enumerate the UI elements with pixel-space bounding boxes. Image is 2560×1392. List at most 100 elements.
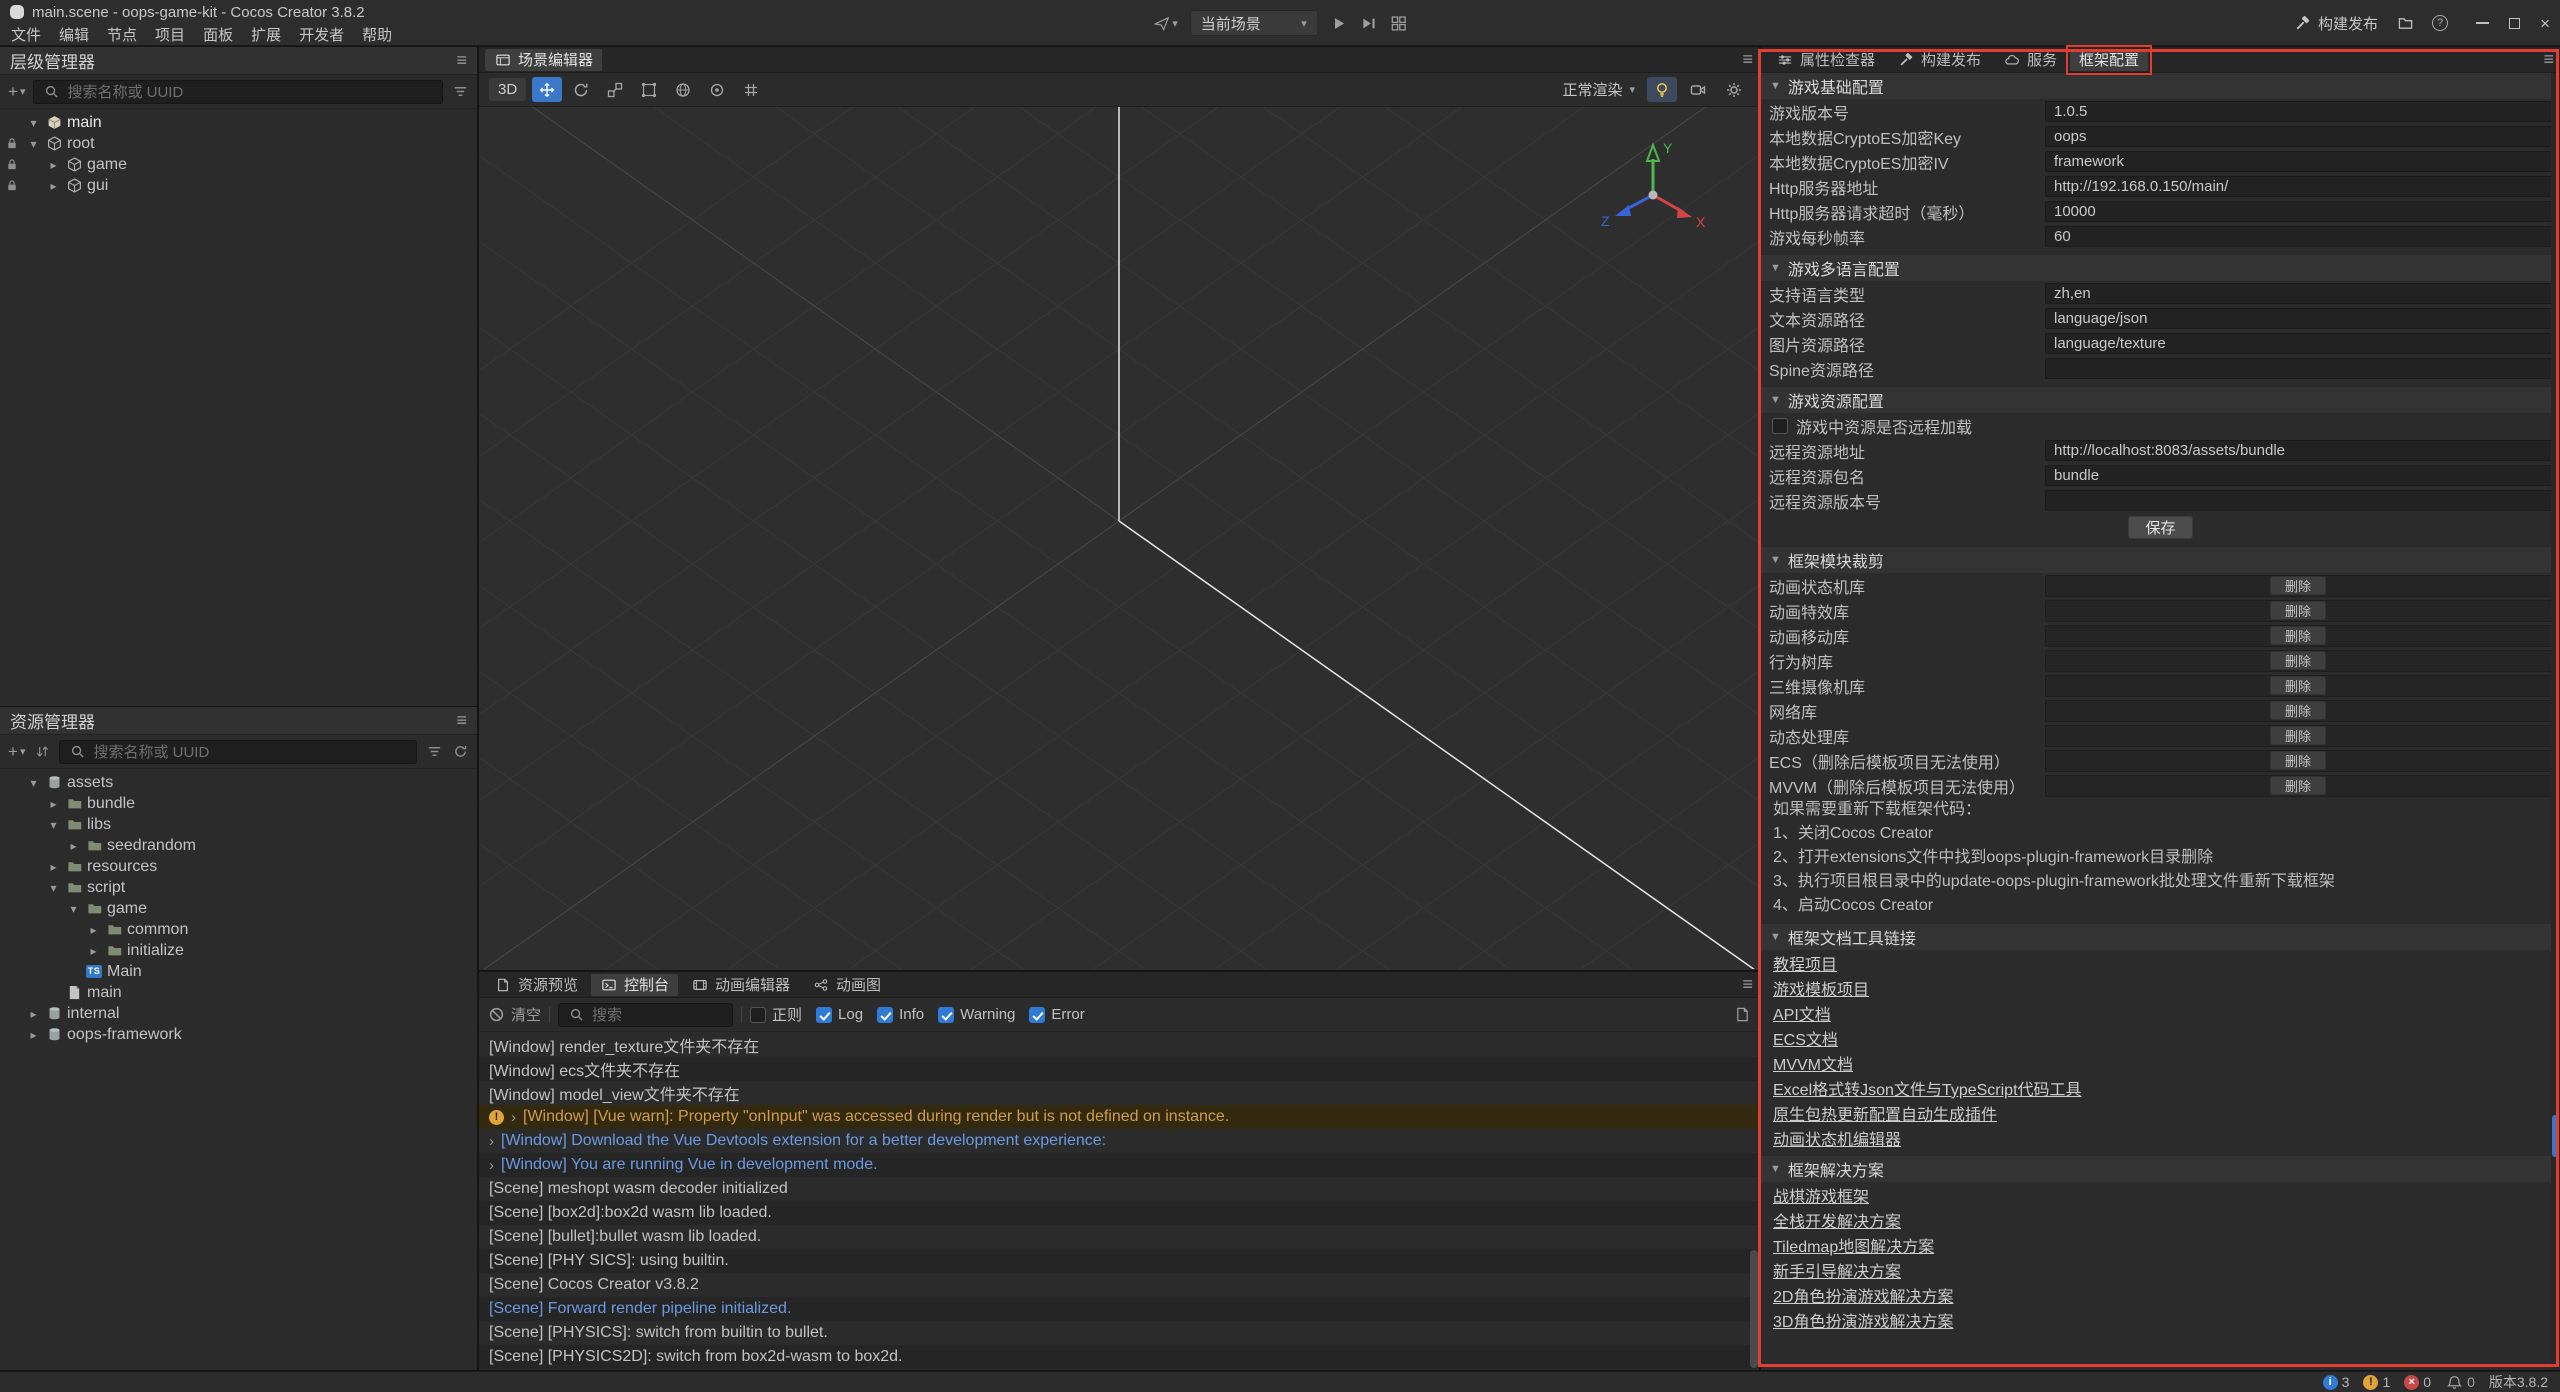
expand-icon[interactable]: ▸ <box>46 158 61 172</box>
menu-item[interactable]: 文件 <box>2 24 50 45</box>
tree-row[interactable]: ▸bundle <box>0 793 477 814</box>
log-row[interactable]: ›[Window] Download the Vue Devtools exte… <box>479 1129 1759 1153</box>
property-input[interactable]: bundle <box>2045 465 2552 486</box>
menu-item[interactable]: 帮助 <box>353 24 401 45</box>
inspector-tab-2[interactable]: 构建发布 <box>1888 49 1990 71</box>
tree-row[interactable]: ▾assets <box>0 772 477 793</box>
mode-3d-toggle[interactable]: 3D <box>489 78 526 101</box>
snap-tool-button[interactable] <box>736 77 766 102</box>
module-path-input[interactable] <box>2046 676 2270 696</box>
delete-button[interactable]: 删除 <box>2270 676 2326 695</box>
rect-tool-button[interactable] <box>634 77 664 102</box>
play-button[interactable] <box>1330 14 1348 32</box>
delete-button[interactable]: 删除 <box>2270 726 2326 745</box>
property-input[interactable] <box>2045 358 2552 379</box>
inspector-scrollbar-track[interactable] <box>2551 73 2560 1370</box>
module-path-input[interactable] <box>2046 701 2270 721</box>
assets-search-input[interactable]: 搜索名称或 UUID <box>59 740 417 764</box>
log-row[interactable]: [Scene] meshopt wasm decoder initialized <box>479 1177 1759 1201</box>
log-row[interactable]: !›[Window] [Vue warn]: Property "onInput… <box>479 1105 1759 1129</box>
property-input[interactable]: zh,en <box>2045 283 2552 304</box>
delete-button[interactable]: 删除 <box>2270 701 2326 720</box>
expand-log-icon[interactable]: › <box>489 1133 494 1150</box>
collapse-icon[interactable]: ▾ <box>26 116 41 130</box>
lock-icon[interactable] <box>6 137 19 150</box>
tree-row[interactable]: ▸initialize <box>0 940 477 961</box>
expand-icon[interactable]: ▸ <box>66 839 81 853</box>
expand-icon[interactable]: ▸ <box>26 1028 41 1042</box>
delete-button[interactable]: 删除 <box>2270 651 2326 670</box>
axis-gizmo[interactable]: Y X Z <box>1595 133 1711 249</box>
tree-row[interactable]: main <box>0 982 477 1003</box>
tree-row[interactable]: ▾root <box>0 133 477 154</box>
doc-link[interactable]: 教程项目 <box>1773 951 1837 975</box>
tree-row[interactable]: ▾main <box>0 112 477 133</box>
multi-view-button[interactable] <box>1390 14 1408 32</box>
doc-link[interactable]: 战棋游戏框架 <box>1773 1183 1869 1207</box>
module-path-input[interactable] <box>2046 776 2270 796</box>
warning-count-badge[interactable]: !1 <box>2363 1374 2390 1390</box>
delete-button[interactable]: 删除 <box>2270 751 2326 770</box>
collapse-icon[interactable]: ▾ <box>46 818 61 832</box>
collapse-icon[interactable]: ▾ <box>46 881 61 895</box>
collapse-icon[interactable]: ▾ <box>26 776 41 790</box>
menu-item[interactable]: 开发者 <box>290 24 353 45</box>
property-input[interactable]: oops <box>2045 126 2552 147</box>
tree-row[interactable]: ▾script <box>0 877 477 898</box>
info-count-badge[interactable]: i3 <box>2323 1374 2350 1390</box>
tree-row[interactable]: ▸resources <box>0 856 477 877</box>
menu-item[interactable]: 编辑 <box>50 24 98 45</box>
log-row[interactable]: [Scene] [PHYSICS]: switch from builtin t… <box>479 1321 1759 1345</box>
module-path-input[interactable] <box>2046 751 2270 771</box>
delete-button[interactable]: 删除 <box>2270 576 2326 595</box>
doc-link[interactable]: Tiledmap地图解决方案 <box>1773 1233 1934 1257</box>
console-tab-3[interactable]: 动画编辑器 <box>682 974 799 996</box>
delete-button[interactable]: 删除 <box>2270 776 2326 795</box>
checkbox-icon[interactable] <box>877 1007 893 1023</box>
log-row[interactable]: [Window] model_view文件夹不存在 <box>479 1081 1759 1105</box>
panel-menu-icon[interactable]: ≡ <box>2543 49 2554 70</box>
collapse-icon[interactable]: ▾ <box>26 137 41 151</box>
world-tool-button[interactable] <box>668 77 698 102</box>
module-path-input[interactable] <box>2046 601 2270 621</box>
checkbox-icon[interactable] <box>750 1007 766 1023</box>
log-row[interactable]: [Scene] [bullet]:bullet wasm lib loaded. <box>479 1225 1759 1249</box>
section-header[interactable]: ▼框架解决方案 <box>1761 1156 2560 1182</box>
doc-link[interactable]: 原生包热更新配置自动生成插件 <box>1773 1101 1997 1125</box>
property-input[interactable]: language/json <box>2045 308 2552 329</box>
doc-link[interactable]: 游戏模板项目 <box>1773 976 1869 1000</box>
tree-row[interactable]: ▾libs <box>0 814 477 835</box>
filter-正则[interactable]: 正则 <box>750 1004 802 1025</box>
close-button[interactable]: × <box>2540 15 2550 32</box>
minimize-button[interactable] <box>2476 22 2489 24</box>
console-search-input[interactable]: 搜索 <box>558 1003 733 1027</box>
log-row[interactable]: [Scene] Cocos Creator v3.8.2 <box>479 1273 1759 1297</box>
filter-log[interactable]: Log <box>816 1006 863 1023</box>
expand-icon[interactable]: ▸ <box>26 1007 41 1021</box>
hierarchy-search-input[interactable]: 搜索名称或 UUID <box>33 80 443 104</box>
scene-select[interactable]: 当前场景▾ <box>1190 10 1318 36</box>
scene-viewport[interactable]: Y X Z <box>479 107 1759 970</box>
console-tab-1[interactable]: 资源预览 <box>485 974 587 996</box>
menu-item[interactable]: 面板 <box>194 24 242 45</box>
rotate-tool-button[interactable] <box>566 77 596 102</box>
filter-icon[interactable] <box>451 83 469 101</box>
checkbox-icon[interactable] <box>816 1007 832 1023</box>
collapse-icon[interactable]: ▾ <box>66 902 81 916</box>
inspector-tab-3[interactable]: 服务 <box>1994 49 2066 71</box>
doc-link[interactable]: 2D角色扮演游戏解决方案 <box>1773 1283 1953 1307</box>
panel-menu-icon[interactable]: ≡ <box>1742 974 1753 995</box>
menu-item[interactable]: 节点 <box>98 24 146 45</box>
filter-warning[interactable]: Warning <box>938 1006 1015 1023</box>
doc-link[interactable]: Excel格式转Json文件与TypeScript代码工具 <box>1773 1076 2082 1100</box>
expand-icon[interactable]: ▸ <box>46 179 61 193</box>
property-input[interactable] <box>2045 490 2552 511</box>
module-path-input[interactable] <box>2046 651 2270 671</box>
console-scrollbar[interactable] <box>1750 1250 1758 1368</box>
expand-icon[interactable]: ▸ <box>86 944 101 958</box>
menu-item[interactable]: 项目 <box>146 24 194 45</box>
property-input[interactable]: http://192.168.0.150/main/ <box>2045 176 2552 197</box>
save-button[interactable]: 保存 <box>2128 516 2192 539</box>
log-row[interactable]: [Scene] [PHY SICS]: using builtin. <box>479 1249 1759 1273</box>
log-row[interactable]: [Scene] Forward render pipeline initiali… <box>479 1297 1759 1321</box>
